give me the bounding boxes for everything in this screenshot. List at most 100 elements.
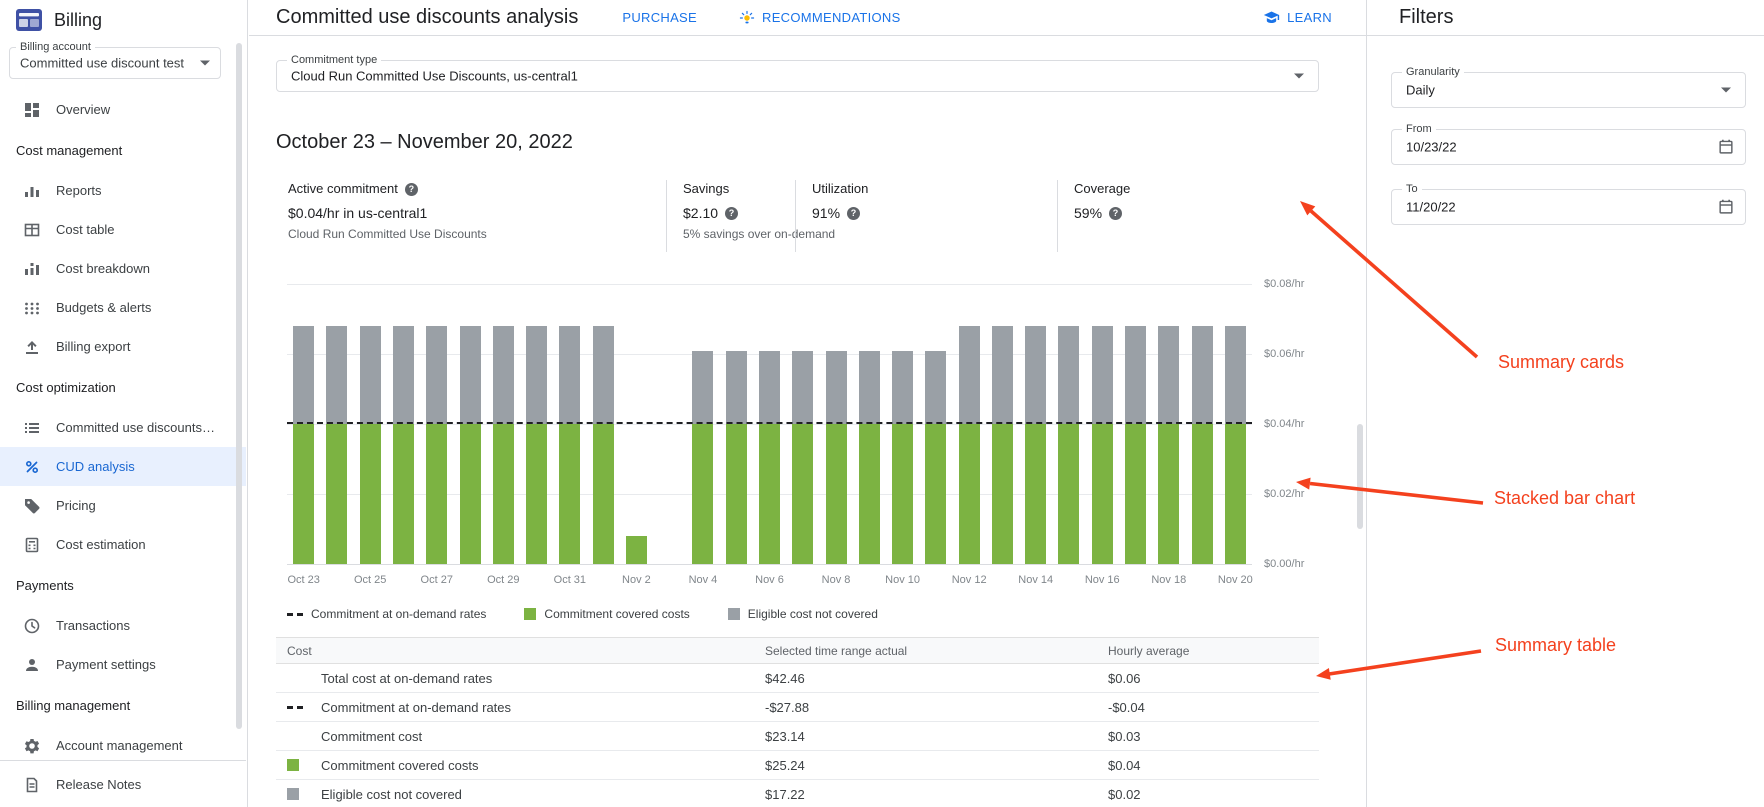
help-icon[interactable]: ? xyxy=(725,207,738,220)
sidebar-header: Billing xyxy=(0,0,247,40)
sidebar-item-cud-analysis[interactable]: CUD analysis xyxy=(0,447,246,486)
bar-covered-costs xyxy=(692,424,713,564)
sidebar-item-transactions[interactable]: Transactions xyxy=(0,606,246,645)
y-axis-tick: $0.02/hr xyxy=(1264,488,1304,500)
cost-estimation-icon xyxy=(22,535,42,555)
transactions-icon xyxy=(22,616,42,636)
bar-not-covered xyxy=(1125,326,1146,424)
help-icon[interactable]: ? xyxy=(1109,207,1122,220)
x-axis-tick: Oct 27 xyxy=(405,574,469,586)
help-icon[interactable]: ? xyxy=(405,183,418,196)
sidebar-item-payment-settings[interactable]: Payment settings xyxy=(0,645,246,684)
main-scrollbar[interactable] xyxy=(1357,424,1363,529)
gridline xyxy=(287,564,1252,565)
bar-not-covered xyxy=(393,326,414,424)
bar-not-covered xyxy=(559,326,580,424)
y-axis-tick: $0.08/hr xyxy=(1264,278,1304,290)
table-row: Eligible cost not covered $17.22 $0.02 xyxy=(276,780,1319,807)
sidebar-item-cost-table[interactable]: Cost table xyxy=(0,210,246,249)
to-date-field[interactable]: To 11/20/22 xyxy=(1391,189,1746,225)
x-axis-tick: Oct 25 xyxy=(338,574,402,586)
bar-not-covered xyxy=(1058,326,1079,424)
y-axis-tick: $0.06/hr xyxy=(1264,348,1304,360)
bar-not-covered xyxy=(1192,326,1213,424)
committed-use-discounts-icon xyxy=(22,418,42,438)
sidebar-item-cost-breakdown[interactable]: Cost breakdown xyxy=(0,249,246,288)
bar-covered-costs xyxy=(360,424,381,564)
bar-not-covered xyxy=(892,351,913,425)
bar-not-covered xyxy=(726,351,747,425)
help-icon[interactable]: ? xyxy=(847,207,860,220)
sidebar-item-overview[interactable]: Overview xyxy=(0,90,246,129)
card-value: $0.04/hr in us-central1 xyxy=(288,205,658,221)
chevron-down-icon xyxy=(200,61,210,66)
recommendations-button[interactable]: RECOMMENDATIONS xyxy=(739,10,901,26)
commitment-type-select[interactable]: Commitment type Cloud Run Committed Use … xyxy=(276,60,1319,92)
learn-button[interactable]: LEARN xyxy=(1263,9,1332,26)
sidebar-item-pricing[interactable]: Pricing xyxy=(0,486,246,525)
table-row: Commitment at on-demand rates -$27.88 -$… xyxy=(276,693,1319,722)
table-row: Commitment covered costs $25.24 $0.04 xyxy=(276,751,1319,780)
bar-covered-costs xyxy=(1225,424,1246,564)
sidebar-item-reports[interactable]: Reports xyxy=(0,171,246,210)
bar-covered-costs xyxy=(859,424,880,564)
sidebar-item-release-notes[interactable]: Release Notes xyxy=(0,761,246,807)
sidebar-section-payments: Payments xyxy=(0,564,246,606)
bar-not-covered xyxy=(493,326,514,424)
bar-covered-costs xyxy=(925,424,946,564)
chart-legend: Commitment at on-demand rates Commitment… xyxy=(287,607,878,621)
sidebar-section-billing-management: Billing management xyxy=(0,684,246,726)
bar-covered-costs xyxy=(1158,424,1179,564)
bar-covered-costs xyxy=(393,424,414,564)
card-subtitle: Cloud Run Committed Use Discounts xyxy=(288,227,658,241)
cud-analysis-icon xyxy=(22,457,42,477)
bar-covered-costs xyxy=(759,424,780,564)
bar-not-covered xyxy=(293,326,314,424)
bar-covered-costs xyxy=(1058,424,1079,564)
bar-not-covered xyxy=(360,326,381,424)
bar-covered-costs xyxy=(493,424,514,564)
bar-covered-costs xyxy=(326,424,347,564)
bar-not-covered xyxy=(326,326,347,424)
bar-not-covered xyxy=(526,326,547,424)
commitment-type-label: Commitment type xyxy=(287,54,381,67)
calendar-icon[interactable] xyxy=(1717,138,1735,156)
bar-not-covered xyxy=(759,351,780,425)
bar-not-covered xyxy=(1158,326,1179,424)
summary-cards: Active commitment? $0.04/hr in us-centra… xyxy=(276,180,1319,252)
sidebar-footer: Release Notes xyxy=(0,760,246,807)
bar-not-covered xyxy=(925,351,946,425)
billing-account-label: Billing account xyxy=(16,41,95,54)
sidebar-item-billing-export[interactable]: Billing export xyxy=(0,327,246,366)
billing-account-selector[interactable]: Billing account Committed use discount t… xyxy=(9,47,221,79)
commitment-type-value: Cloud Run Committed Use Discounts, us-ce… xyxy=(291,69,578,84)
filters-header: Filters xyxy=(1367,0,1764,36)
from-date-field[interactable]: From 10/23/22 xyxy=(1391,129,1746,165)
school-cap-icon xyxy=(1263,9,1280,26)
sidebar-item-committed-use-discounts[interactable]: Committed use discounts… xyxy=(0,408,246,447)
overview-icon xyxy=(22,100,42,120)
account-management-gear-icon xyxy=(22,736,42,756)
green-swatch xyxy=(524,608,536,620)
stacked-bar-chart: $0.00/hr$0.02/hr$0.04/hr$0.06/hr$0.08/hr… xyxy=(287,284,1252,564)
filters-title: Filters xyxy=(1399,6,1453,29)
bar-not-covered xyxy=(859,351,880,425)
page-title: Committed use discounts analysis xyxy=(276,6,578,29)
bar-covered-costs xyxy=(559,424,580,564)
bar-covered-costs xyxy=(460,424,481,564)
release-notes-icon xyxy=(22,775,42,795)
purchase-button[interactable]: PURCHASE xyxy=(622,10,697,25)
green-swatch xyxy=(287,759,321,771)
bar-covered-costs xyxy=(1125,424,1146,564)
sidebar-scrollbar[interactable] xyxy=(236,43,242,729)
summary-table: Cost Selected time range actual Hourly a… xyxy=(276,637,1319,807)
calendar-icon[interactable] xyxy=(1717,198,1735,216)
sidebar-item-cost-estimation[interactable]: Cost estimation xyxy=(0,525,246,564)
sidebar-item-budgets-alerts[interactable]: Budgets & alerts xyxy=(0,288,246,327)
reports-icon xyxy=(22,181,42,201)
x-axis-tick: Oct 29 xyxy=(471,574,535,586)
billing-account-value: Committed use discount test xyxy=(20,56,184,71)
granularity-select[interactable]: Granularity Daily xyxy=(1391,72,1746,108)
summary-table-header: Cost Selected time range actual Hourly a… xyxy=(276,637,1319,664)
bar-not-covered xyxy=(1025,326,1046,424)
